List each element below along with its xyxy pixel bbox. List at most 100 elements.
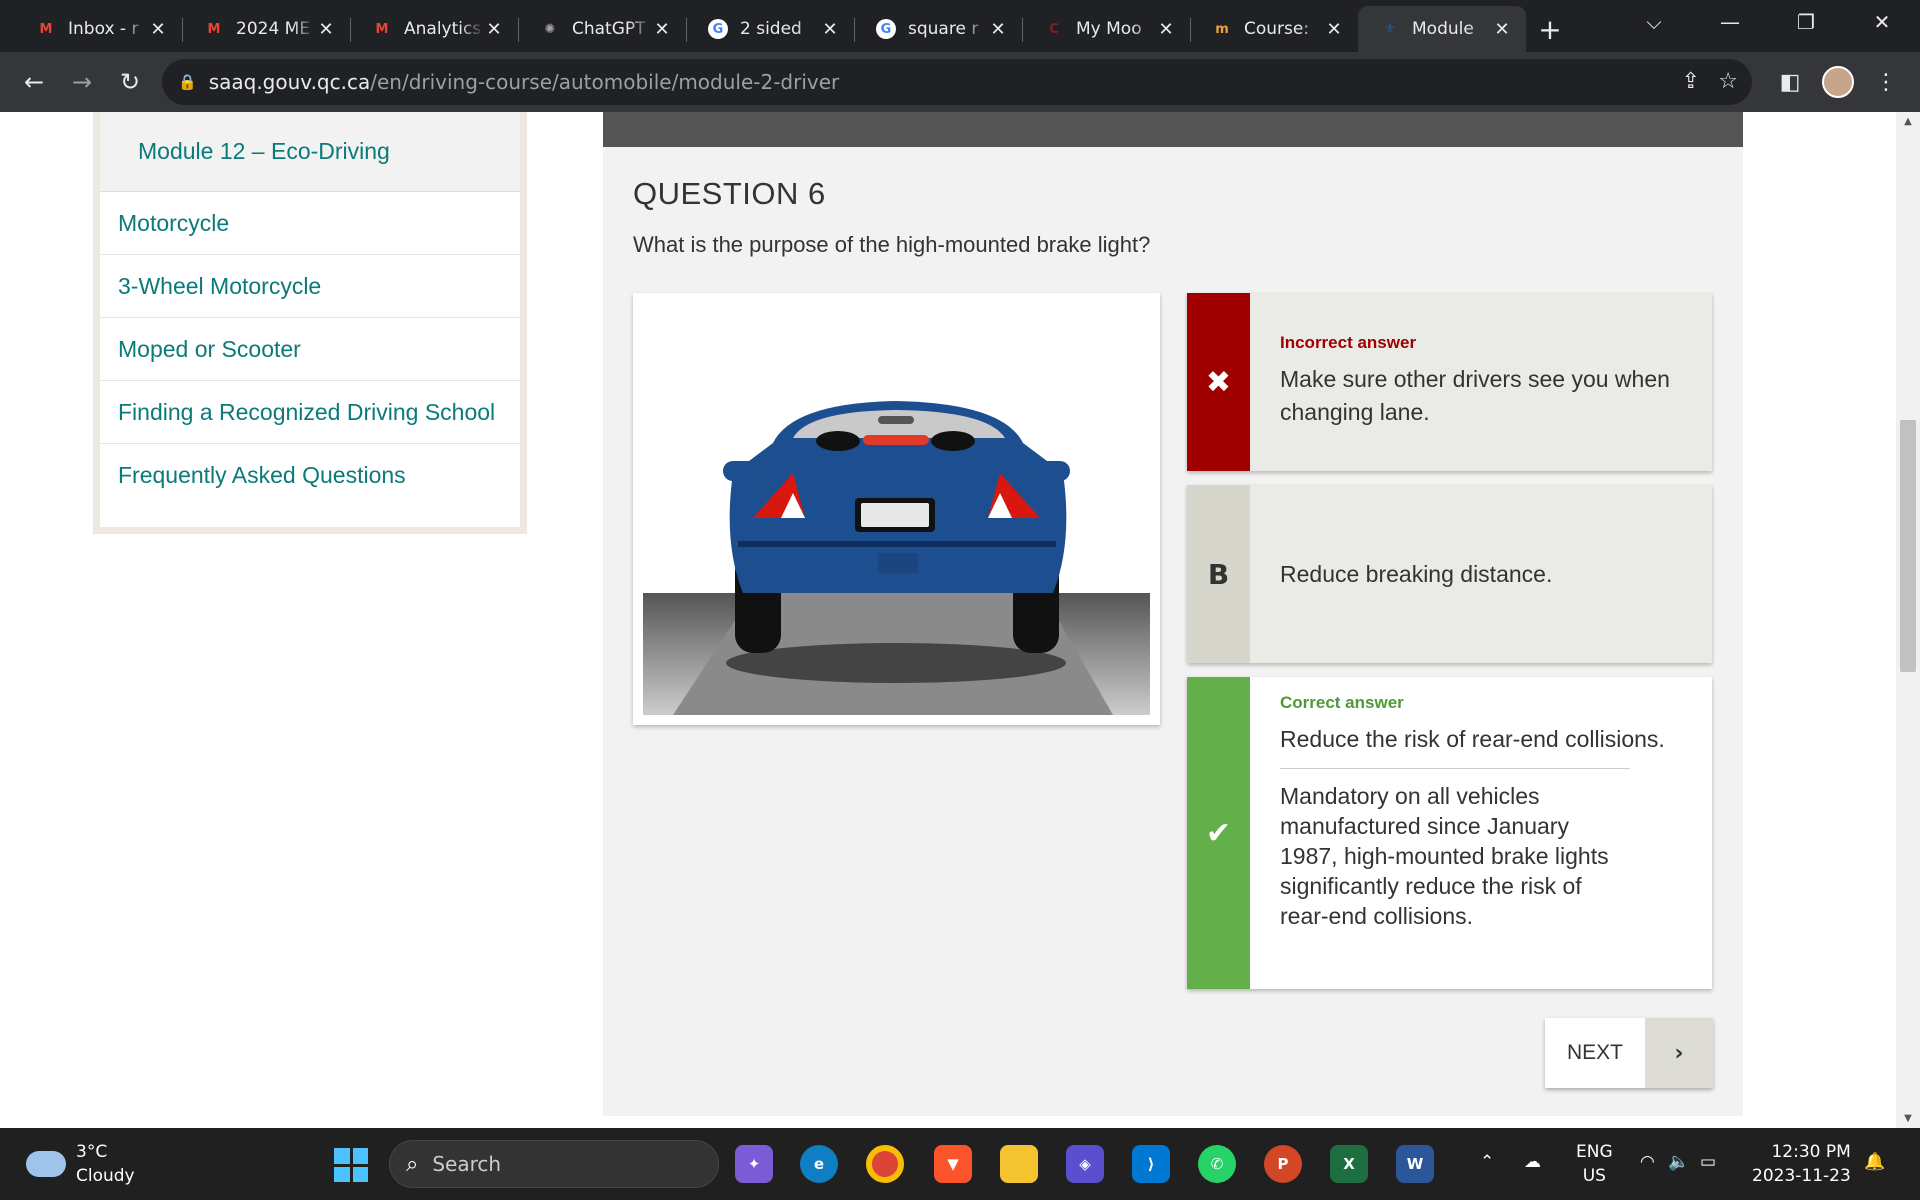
close-tab-icon[interactable]: ✕ (820, 19, 840, 40)
chevron-right-icon: › (1645, 1018, 1713, 1088)
question-text: What is the purpose of the high-mounted … (633, 232, 1151, 257)
word-icon[interactable]: W (1396, 1145, 1434, 1183)
browser-tab[interactable]: M Inbox - r ✕ (14, 6, 182, 52)
google-icon: G (708, 19, 728, 39)
forward-icon[interactable]: → (58, 58, 106, 106)
tab-title: 2 sided (740, 19, 802, 39)
tab-search-icon[interactable]: ⌵ (1616, 0, 1692, 44)
answer-option-correct[interactable]: ✔ Correct answer Reduce the risk of rear… (1187, 677, 1712, 989)
search-icon: ⌕ (406, 1151, 419, 1177)
browser-tab[interactable]: ⚜ Module ✕ (1358, 6, 1526, 52)
close-tab-icon[interactable]: ✕ (1156, 19, 1176, 40)
sidebar-item-driving-school[interactable]: Finding a Recognized Driving School (100, 381, 520, 444)
new-tab-button[interactable]: + (1526, 6, 1574, 52)
close-tab-icon[interactable]: ✕ (148, 19, 168, 40)
notification-bell-icon[interactable]: 🔔 (1864, 1150, 1885, 1174)
quiz-panel: QUESTION 6 What is the purpose of the hi… (603, 112, 1743, 1116)
browser-tab[interactable]: C My Moo ✕ (1022, 6, 1190, 52)
window-controls: ⌵ — ❐ ✕ (1616, 0, 1920, 44)
tab-title: My Moo (1076, 19, 1142, 39)
close-tab-icon[interactable]: ✕ (652, 19, 672, 40)
incorrect-x-icon: ✖ (1187, 293, 1250, 471)
sidebar-item-moped[interactable]: Moped or Scooter (100, 318, 520, 381)
browser-tab[interactable]: M Analytics ✕ (350, 6, 518, 52)
question-image-card (633, 293, 1160, 725)
answer-option-incorrect[interactable]: ✖ Incorrect answer Make sure other drive… (1187, 293, 1712, 471)
browser-tab[interactable]: ✺ ChatGPT ✕ (518, 6, 686, 52)
windows-start-icon[interactable] (334, 1148, 368, 1182)
url-path: /en/driving-course/automobile/module-2-d… (370, 70, 840, 94)
page-content: Module 12 – Eco-Driving Motorcycle 3-Whe… (0, 112, 1920, 1128)
chatgpt-icon: ✺ (544, 21, 556, 37)
address-bar[interactable]: 🔒 saaq.gouv.qc.ca/en/driving-course/auto… (162, 59, 1752, 105)
tab-title: Course: (1244, 19, 1310, 39)
next-button[interactable]: NEXT › (1545, 1018, 1713, 1088)
copilot-icon[interactable]: ✦ (735, 1145, 773, 1183)
gmail-icon: M (207, 21, 221, 37)
scroll-up-icon[interactable]: ▲ (1896, 116, 1920, 127)
page-scrollbar[interactable]: ▲ ▼ (1896, 112, 1920, 1128)
bookmark-star-icon[interactable]: ☆ (1718, 69, 1738, 94)
profile-avatar[interactable] (1818, 58, 1858, 106)
clock[interactable]: 12:30 PM 2023-11-23 (1752, 1140, 1851, 1188)
scroll-down-icon[interactable]: ▼ (1896, 1113, 1920, 1124)
quebec-fleur-icon: ⚜ (1384, 21, 1396, 37)
scrollbar-thumb[interactable] (1900, 420, 1916, 672)
close-tab-icon[interactable]: ✕ (1324, 19, 1344, 40)
tab-title: square r (908, 19, 979, 39)
volume-icon[interactable]: 🔈 (1668, 1150, 1689, 1174)
sidebar-item-motorcycle[interactable]: Motorcycle (100, 192, 520, 255)
sidebar-subitem-eco-driving[interactable]: Module 12 – Eco-Driving (100, 112, 520, 192)
powerpoint-icon[interactable]: P (1264, 1145, 1302, 1183)
menu-kebab-icon[interactable]: ⋮ (1866, 58, 1906, 106)
browser-toolbar: ← → ↻ 🔒 saaq.gouv.qc.ca/en/driving-cours… (0, 52, 1920, 112)
file-explorer-icon[interactable] (1000, 1145, 1038, 1183)
gmail-icon: M (375, 21, 389, 37)
back-icon[interactable]: ← (10, 58, 58, 106)
edge-icon[interactable]: e (800, 1145, 838, 1183)
lang-code: ENG (1576, 1142, 1613, 1162)
close-tab-icon[interactable]: ✕ (1492, 19, 1512, 40)
moodle-icon: C (1049, 21, 1059, 37)
search-label: Search (432, 1152, 502, 1176)
next-label: NEXT (1566, 1041, 1623, 1064)
close-window-button[interactable]: ✕ (1844, 0, 1920, 44)
sidebar-item-3-wheel-motorcycle[interactable]: 3-Wheel Motorcycle (100, 255, 520, 318)
language-indicator[interactable]: ENG US (1576, 1140, 1613, 1188)
onedrive-icon[interactable]: ☁ (1524, 1150, 1541, 1174)
clock-time: 12:30 PM (1771, 1142, 1851, 1162)
excel-icon[interactable]: X (1330, 1145, 1368, 1183)
brave-icon[interactable]: ▼ (934, 1145, 972, 1183)
whatsapp-icon[interactable]: ✆ (1198, 1145, 1236, 1183)
car-rear-illustration (643, 401, 1150, 715)
restore-button[interactable]: ❐ (1768, 0, 1844, 44)
minimize-button[interactable]: — (1692, 0, 1768, 44)
course-sidebar: Module 12 – Eco-Driving Motorcycle 3-Whe… (93, 112, 527, 534)
cloud-icon (26, 1151, 66, 1177)
answer-option-b[interactable]: B Reduce breaking distance. (1187, 485, 1712, 663)
wifi-icon[interactable]: ◠ (1640, 1150, 1655, 1174)
weather-widget[interactable]: 3°C Cloudy (26, 1140, 135, 1188)
share-icon[interactable]: ⇪ (1682, 69, 1700, 94)
browser-tab[interactable]: M 2024 ME ✕ (182, 6, 350, 52)
clock-date: 2023-11-23 (1752, 1166, 1851, 1186)
browser-tab[interactable]: Gsquare r ✕ (854, 6, 1022, 52)
browser-tab[interactable]: m Course: ✕ (1190, 6, 1358, 52)
battery-icon[interactable]: ▭ (1700, 1150, 1716, 1174)
taskbar-search[interactable]: ⌕ Search (389, 1140, 719, 1188)
reload-icon[interactable]: ↻ (106, 58, 154, 106)
answer-status: Incorrect answer (1280, 333, 1417, 352)
close-tab-icon[interactable]: ✕ (988, 19, 1008, 40)
close-tab-icon[interactable]: ✕ (484, 19, 504, 40)
sidebar-item-faq[interactable]: Frequently Asked Questions (100, 444, 520, 506)
tab-title: ChatGPT (572, 19, 646, 39)
linear-app-icon[interactable]: ◈ (1066, 1145, 1104, 1183)
browser-tab[interactable]: G 2 sided ✕ (686, 6, 854, 52)
side-panel-icon[interactable]: ◧ (1770, 58, 1810, 106)
tray-chevron-icon[interactable]: ⌃ (1480, 1150, 1494, 1174)
close-tab-icon[interactable]: ✕ (316, 19, 336, 40)
weather-temp: 3°C (76, 1142, 108, 1162)
chrome-icon[interactable] (866, 1145, 904, 1183)
answer-text: Make sure other drivers see you when cha… (1280, 366, 1670, 425)
vscode-icon[interactable]: ⟩ (1132, 1145, 1170, 1183)
